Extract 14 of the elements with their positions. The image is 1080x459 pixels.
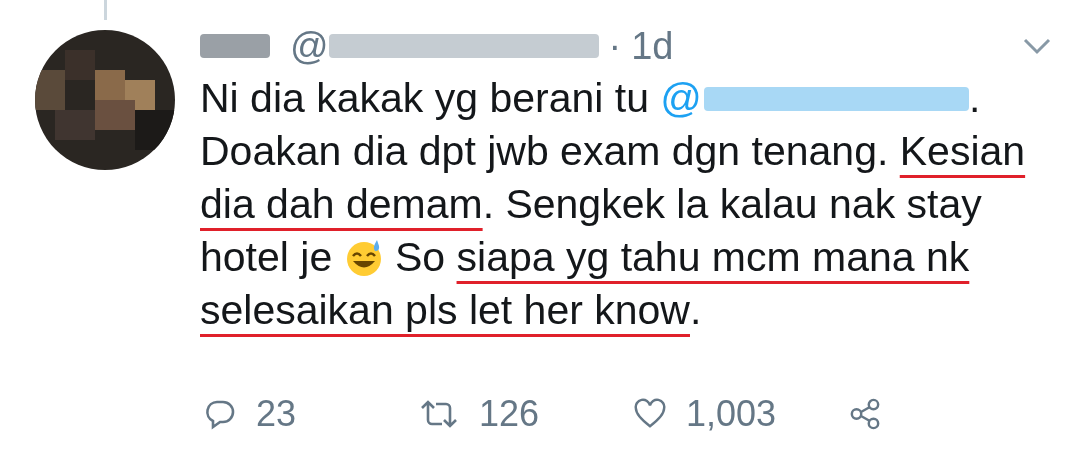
share-icon[interactable] xyxy=(849,398,881,430)
tweet-text: Ni dia kakak yg berani tu @ . Doakan dia dpt jwb exam dgn tenang. Kesian dia dah demam. Sengkek la kalau nak stay hotel je So siapa yg tahu mcm mana nk selesaikan pls let her know. xyxy=(200,72,1064,337)
action-count: 1,003 xyxy=(686,393,777,435)
separator: · xyxy=(608,24,622,68)
action-count: 126 xyxy=(479,393,540,435)
action-count: 23 xyxy=(256,393,297,435)
mention-link[interactable]: @ xyxy=(660,72,969,125)
handle[interactable]: @ xyxy=(290,24,329,68)
retweet-icon[interactable] xyxy=(419,398,459,430)
chevron-icon[interactable] xyxy=(1022,37,1052,55)
thread-line xyxy=(103,0,107,20)
timestamp[interactable]: 1d xyxy=(631,24,674,68)
heart-icon[interactable] xyxy=(634,398,666,430)
reply-icon[interactable] xyxy=(204,398,236,430)
